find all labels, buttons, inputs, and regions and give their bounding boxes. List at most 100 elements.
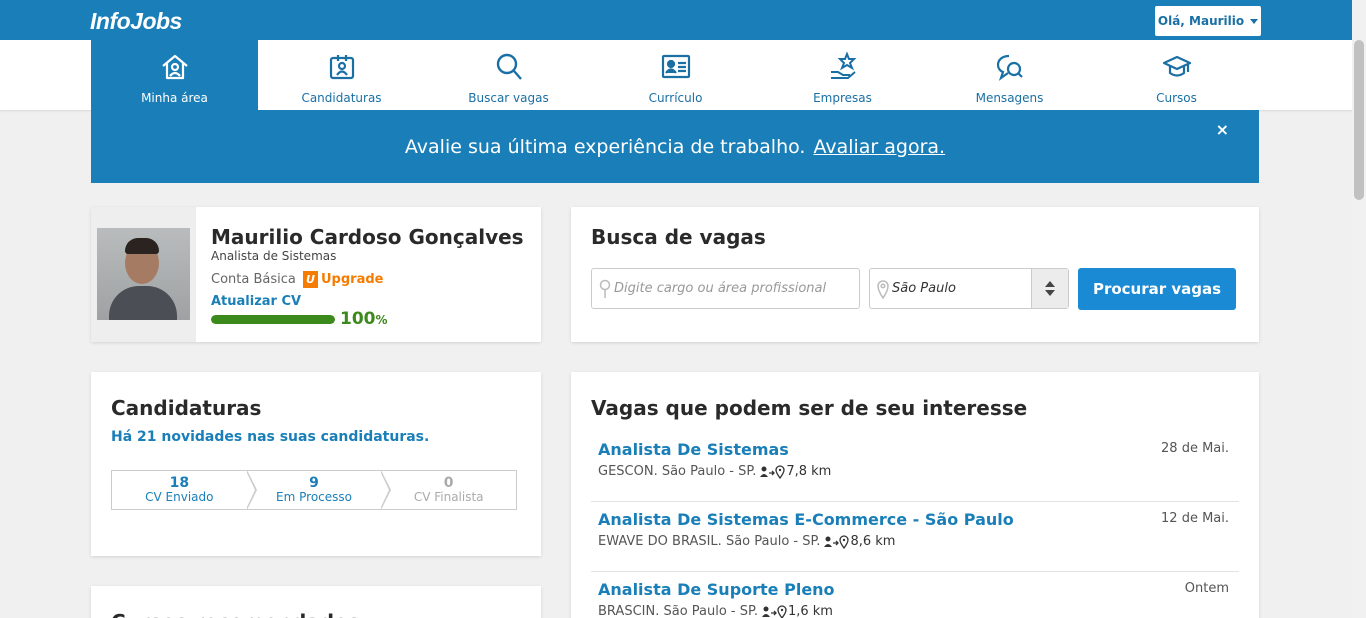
nav-item-candidaturas[interactable]: Candidaturas: [258, 40, 425, 110]
recommended-jobs-card: Vagas que podem ser de seu interesse Ana…: [571, 372, 1259, 618]
cv-progress-bar: [211, 315, 335, 324]
job-date: 28 de Mai.: [1161, 441, 1229, 456]
job-item[interactable]: Analista De Suporte Pleno Ontem BRASCIN.…: [591, 572, 1239, 618]
job-distance-value: 7,8 km: [786, 464, 832, 479]
courses-title: Cursos recomendados: [111, 610, 360, 618]
job-distance: 8,6 km: [824, 534, 895, 549]
page-scrollbar[interactable]: [1352, 0, 1366, 618]
commute-icon: [760, 464, 785, 479]
user-menu-button[interactable]: Olá, Maurilio: [1155, 6, 1261, 36]
applications-news-link[interactable]: Há 21 novidades nas suas candidaturas.: [111, 429, 429, 445]
location-select[interactable]: São Paulo: [869, 268, 1069, 309]
review-now-link[interactable]: Avaliar agora.: [813, 136, 945, 158]
upgrade-link[interactable]: Upgrade: [321, 272, 383, 287]
chevron-down-icon: [1045, 290, 1055, 296]
application-steps: 18 CV Enviado 9 Em Processo 0 CV Finalis…: [111, 470, 517, 510]
cargo-input[interactable]: Digite cargo ou área profissional: [591, 268, 860, 309]
nav-label: Currículo: [648, 91, 703, 105]
search-title: Busca de vagas: [591, 225, 766, 249]
job-title-link[interactable]: Analista De Sistemas E-Commerce - São Pa…: [598, 510, 1014, 529]
search-icon: [496, 53, 522, 80]
job-search-card: Busca de vagas Digite cargo ou área prof…: [571, 207, 1259, 342]
step-label: Em Processo: [276, 490, 352, 505]
main-nav: Minha área Candidaturas Buscar vagas Cur…: [0, 40, 1366, 110]
location-stepper[interactable]: [1031, 269, 1068, 308]
search-pin-icon: [599, 279, 611, 298]
chevron-up-icon: [1045, 281, 1055, 287]
job-meta: BRASCIN. São Paulo - SP. 1,6 km: [598, 604, 833, 618]
search-jobs-button[interactable]: Procurar vagas: [1078, 268, 1236, 310]
step-count: 18: [169, 475, 190, 492]
cv-progress-value: 100%: [340, 309, 388, 329]
job-company: GESCON. São Paulo - SP.: [598, 464, 757, 479]
applications-card: Candidaturas Há 21 novidades nas suas ca…: [91, 372, 541, 556]
nav-label: Mensagens: [975, 91, 1044, 105]
job-meta: GESCON. São Paulo - SP. 7,8 km: [598, 464, 831, 479]
applications-title: Candidaturas: [111, 396, 262, 420]
job-distance: 1,6 km: [761, 604, 833, 618]
step-count: 9: [309, 475, 319, 492]
nav-item-minha-area[interactable]: Minha área: [91, 40, 258, 110]
banner-text: Avalie sua última experiência de trabalh…: [404, 135, 806, 158]
star-hand-icon: [830, 52, 856, 79]
avatar-area: [91, 207, 196, 342]
job-item[interactable]: Analista De Sistemas E-Commerce - São Pa…: [591, 502, 1239, 572]
job-date: 12 de Mai.: [1161, 511, 1229, 526]
nav-item-cursos[interactable]: Cursos: [1093, 40, 1260, 110]
nav-label: Cursos: [1156, 91, 1197, 105]
close-icon[interactable]: ×: [1216, 120, 1229, 139]
step-label: CV Enviado: [145, 490, 214, 505]
job-item[interactable]: Analista De Sistemas 28 de Mai. GESCON. …: [591, 432, 1239, 502]
nav-item-empresas[interactable]: Empresas: [759, 40, 926, 110]
courses-card: Cursos recomendados: [91, 586, 541, 618]
step-arrow: [380, 470, 392, 510]
graduation-cap-icon: [1162, 55, 1191, 77]
job-title-link[interactable]: Analista De Sistemas: [598, 440, 789, 459]
avatar[interactable]: [97, 228, 190, 320]
chevron-down-icon: [1250, 18, 1259, 24]
nav-item-mensagens[interactable]: Mensagens: [926, 40, 1093, 110]
nav-item-buscar-vagas[interactable]: Buscar vagas: [425, 40, 592, 110]
profile-role: Analista de Sistemas: [211, 249, 337, 263]
cargo-placeholder: Digite cargo ou área profissional: [614, 281, 827, 296]
job-meta: EWAVE DO BRASIL. São Paulo - SP. 8,6 km: [598, 534, 895, 549]
job-distance: 7,8 km: [760, 464, 831, 479]
job-company: BRASCIN. São Paulo - SP.: [598, 604, 758, 618]
location-value: São Paulo: [892, 281, 956, 296]
chat-search-icon: [996, 54, 1023, 81]
cv-progress-fill: [211, 315, 335, 324]
home-icon: [161, 54, 188, 80]
id-card-icon: [661, 54, 690, 79]
map-pin-icon: [877, 279, 889, 299]
review-banner: Avalie sua última experiência de trabalh…: [91, 110, 1259, 183]
nav-label: Buscar vagas: [468, 91, 549, 105]
upgrade-icon: U: [303, 271, 318, 288]
job-title-link[interactable]: Analista De Suporte Pleno: [598, 580, 835, 599]
job-distance-value: 1,6 km: [787, 604, 833, 618]
commute-icon: [824, 534, 850, 549]
step-count: 0: [443, 475, 454, 492]
job-distance-value: 8,6 km: [850, 534, 896, 549]
step-label: CV Finalista: [413, 490, 484, 505]
job-date: Ontem: [1184, 581, 1229, 596]
profile-name: Maurilio Cardoso Gonçalves: [211, 225, 524, 249]
scrollbar-thumb[interactable]: [1354, 40, 1364, 200]
badge-icon: [329, 55, 354, 80]
account-plan: Conta Básica: [211, 272, 296, 287]
nav-item-curriculo[interactable]: Currículo: [592, 40, 759, 110]
jobs-title: Vagas que podem ser de seu interesse: [591, 396, 1028, 420]
nav-label: Candidaturas: [301, 91, 382, 105]
step-cv-finalista[interactable]: 0 CV Finalista: [381, 471, 516, 509]
update-cv-link[interactable]: Atualizar CV: [211, 294, 301, 309]
profile-card: Maurilio Cardoso Gonçalves Analista de S…: [91, 207, 541, 342]
commute-icon: [761, 604, 787, 618]
step-em-processo[interactable]: 9 Em Processo: [247, 470, 392, 510]
job-company: EWAVE DO BRASIL. São Paulo - SP.: [598, 534, 821, 549]
step-cv-enviado[interactable]: 18 CV Enviado: [112, 470, 257, 510]
nav-label: Empresas: [813, 91, 872, 105]
user-greeting: Olá, Maurilio: [1157, 14, 1245, 28]
infojobs-logo[interactable]: InfoJobs: [90, 8, 182, 35]
nav-label: Minha área: [141, 91, 208, 105]
step-arrow: [245, 470, 257, 510]
top-bar: InfoJobs Olá, Maurilio: [0, 0, 1366, 40]
